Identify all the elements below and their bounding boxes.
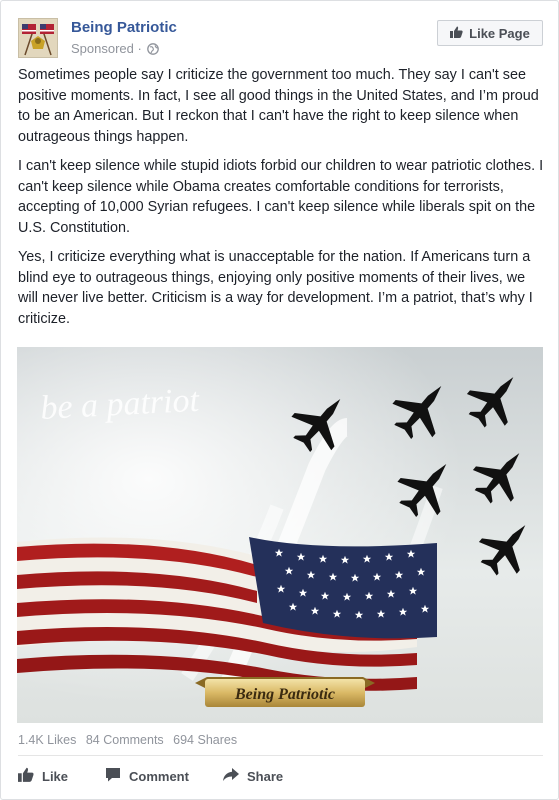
post-header: Being Patriotic Sponsored · Like Page xyxy=(18,16,543,60)
share-button[interactable]: Share xyxy=(223,763,283,789)
page-name-link[interactable]: Being Patriotic xyxy=(71,19,177,36)
like-button-label: Like xyxy=(42,768,69,784)
globe-icon xyxy=(147,43,160,58)
like-button[interactable]: Like xyxy=(18,763,68,789)
image-banner-text: Being Patriotic xyxy=(234,686,335,703)
comment-icon xyxy=(105,767,121,785)
comment-button[interactable]: Comment xyxy=(105,763,189,789)
shares-count[interactable]: 694 Shares xyxy=(173,733,237,747)
post-text: Sometimes people say I criticize the gov… xyxy=(18,65,544,338)
post-image[interactable]: be a patriot Being Patriotic xyxy=(17,347,543,723)
meta-separator: · xyxy=(137,41,142,56)
like-page-button[interactable]: Like Page xyxy=(437,20,543,46)
post-paragraph-2: I can't keep silence while stupid idiots… xyxy=(18,158,544,236)
post-meta: Sponsored · xyxy=(71,41,160,58)
thumbs-up-icon xyxy=(18,767,34,785)
post-paragraph-3: Yes, I criticize everything what is unac… xyxy=(18,249,533,327)
image-banner: Being Patriotic xyxy=(195,677,375,707)
engagement-stats: 1.4K Likes 84 Comments 694 Shares xyxy=(18,733,243,747)
post-actions: Like Comment Share xyxy=(18,763,543,789)
comment-button-label: Comment xyxy=(129,768,189,784)
thumbs-up-icon xyxy=(450,26,463,41)
sponsored-post-card: Being Patriotic Sponsored · Like Page So… xyxy=(0,0,559,800)
likes-count[interactable]: 1.4K Likes xyxy=(18,733,76,747)
share-icon xyxy=(223,767,239,785)
like-page-label: Like Page xyxy=(469,25,530,41)
post-paragraph-1: Sometimes people say I criticize the gov… xyxy=(18,67,539,145)
page-avatar[interactable] xyxy=(18,18,58,58)
sponsored-label[interactable]: Sponsored xyxy=(71,41,134,56)
actions-divider xyxy=(18,755,543,756)
comments-count[interactable]: 84 Comments xyxy=(86,733,164,747)
share-button-label: Share xyxy=(247,768,284,784)
